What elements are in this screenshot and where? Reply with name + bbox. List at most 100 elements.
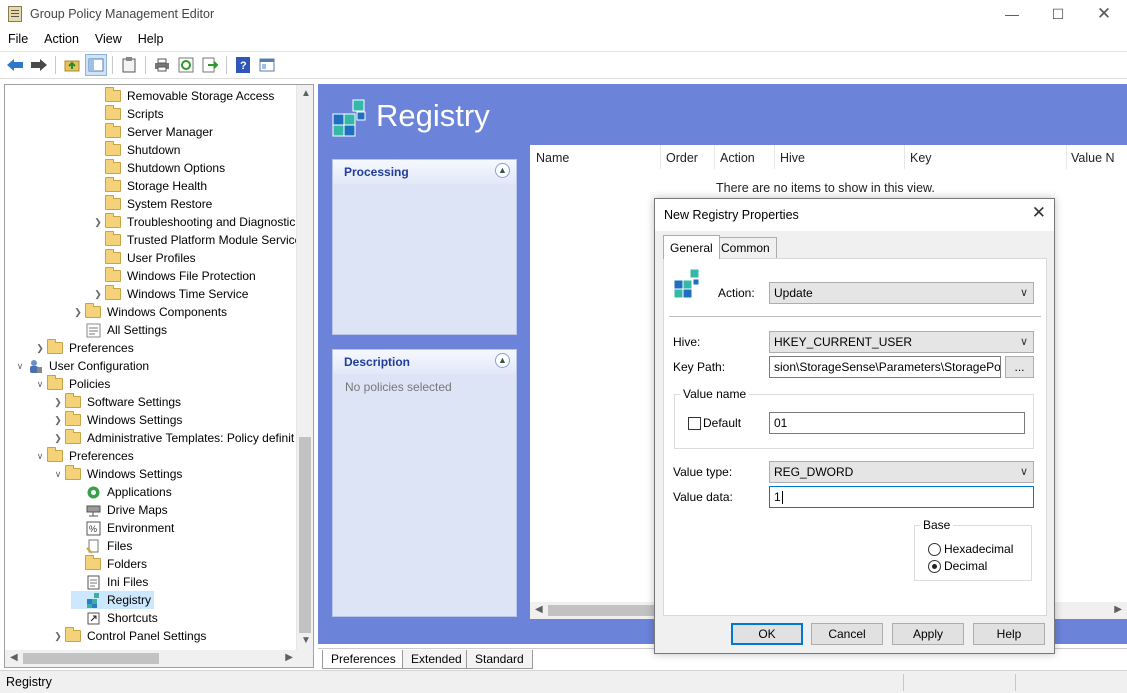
column-key[interactable]: Key — [910, 147, 932, 169]
column-action[interactable]: Action — [720, 147, 755, 169]
tree-item-scripts[interactable]: Scripts — [91, 105, 164, 123]
scroll-left-icon[interactable]: ◀ — [535, 604, 543, 615]
expand-chevron-icon[interactable]: ❯ — [51, 433, 65, 444]
menu-file[interactable]: File — [0, 32, 36, 46]
maximize-button[interactable]: ☐ — [1035, 0, 1081, 28]
expand-chevron-icon[interactable]: ❯ — [51, 397, 65, 408]
cancel-button[interactable]: Cancel — [811, 623, 883, 645]
column-order[interactable]: Order — [666, 147, 698, 169]
browse-key-button[interactable]: ... — [1005, 356, 1034, 378]
expand-chevron-icon[interactable]: ❯ — [91, 217, 105, 228]
export-icon[interactable] — [199, 54, 221, 76]
tree-item-applications[interactable]: Applications — [71, 483, 172, 501]
tree-item-preferences-user[interactable]: ∨ Preferences — [33, 447, 134, 465]
minimize-button[interactable]: — — [989, 0, 1035, 28]
dialog-close-icon[interactable]: ✕ — [1032, 203, 1046, 223]
apply-button[interactable]: Apply — [892, 623, 964, 645]
print-icon[interactable] — [151, 54, 173, 76]
scroll-thumb[interactable] — [23, 653, 159, 664]
hive-dropdown[interactable]: HKEY_CURRENT_USER ∨ — [769, 331, 1034, 353]
tab-extended[interactable]: Extended — [402, 650, 471, 669]
column-value-name[interactable]: Value N — [1071, 147, 1115, 169]
tree-item-shutdown[interactable]: Shutdown — [91, 141, 180, 159]
help-button[interactable]: Help — [973, 623, 1045, 645]
properties-icon[interactable] — [256, 54, 278, 76]
tree-item-user-configuration[interactable]: ∨ User Configuration — [13, 357, 149, 375]
tree-item-folders[interactable]: Folders — [71, 555, 147, 573]
tree-item-environment[interactable]: % Environment — [71, 519, 174, 537]
expand-chevron-icon[interactable]: ❯ — [71, 307, 85, 318]
tree-item-windows-components[interactable]: ❯ Windows Components — [71, 303, 227, 321]
tree-item-shortcuts[interactable]: Shortcuts — [71, 609, 158, 627]
console-tree[interactable]: Removable Storage Access Scripts Server … — [4, 84, 314, 668]
tree-item-files[interactable]: Files — [71, 537, 132, 555]
tree-item-user-profiles[interactable]: User Profiles — [91, 249, 196, 267]
column-name[interactable]: Name — [536, 147, 569, 169]
tree-item-policies[interactable]: ∨ Policies — [33, 375, 110, 393]
tree-item-preferences-computer[interactable]: ❯ Preferences — [33, 339, 134, 357]
tree-item-administrative-templates[interactable]: ❯ Administrative Templates: Policy defini… — [51, 429, 294, 447]
tree-horizontal-scrollbar[interactable]: ◀ ▶ — [5, 650, 313, 667]
tab-general[interactable]: General — [663, 235, 720, 259]
collapse-chevron-icon[interactable]: ∨ — [33, 451, 47, 462]
help-icon[interactable]: ? — [232, 54, 254, 76]
scroll-thumb[interactable] — [299, 437, 311, 633]
value-data-field[interactable]: 1 — [769, 486, 1034, 508]
menu-help[interactable]: Help — [130, 32, 172, 46]
tree-item-all-settings[interactable]: All Settings — [71, 321, 167, 339]
tree-vertical-scrollbar[interactable]: ▲ ▼ — [296, 85, 313, 650]
tree-item-drive-maps[interactable]: Drive Maps — [71, 501, 168, 519]
menu-action[interactable]: Action — [36, 32, 87, 46]
scroll-left-icon[interactable]: ◀ — [10, 652, 18, 663]
value-name-field[interactable]: 01 — [769, 412, 1025, 434]
tree-item-windows-time-service[interactable]: ❯ Windows Time Service — [91, 285, 248, 303]
expand-chevron-icon[interactable]: ❯ — [51, 631, 65, 642]
collapse-up-icon[interactable]: ▲ — [495, 353, 510, 368]
scroll-down-icon[interactable]: ▼ — [301, 635, 311, 646]
expand-chevron-icon[interactable]: ❯ — [51, 415, 65, 426]
action-dropdown[interactable]: Update ∨ — [769, 282, 1034, 304]
tab-standard[interactable]: Standard — [466, 650, 533, 669]
scroll-up-icon[interactable]: ▲ — [301, 88, 311, 99]
tree-item-windows-settings-policies[interactable]: ❯ Windows Settings — [51, 411, 182, 429]
collapse-chevron-icon[interactable]: ∨ — [33, 379, 47, 390]
back-arrow-icon[interactable] — [4, 54, 26, 76]
key-path-field[interactable]: sion\StorageSense\Parameters\StoragePoli… — [769, 356, 1001, 378]
tree-item-removable-storage-access[interactable]: Removable Storage Access — [91, 87, 274, 105]
collapse-chevron-icon[interactable]: ∨ — [13, 361, 27, 372]
collapse-up-icon[interactable]: ▲ — [495, 163, 510, 178]
tree-item-server-manager[interactable]: Server Manager — [91, 123, 213, 141]
tree-item-registry[interactable]: Registry — [71, 591, 155, 609]
scroll-thumb[interactable] — [548, 605, 664, 616]
tab-preferences[interactable]: Preferences — [322, 650, 405, 669]
tab-common[interactable]: Common — [714, 237, 777, 258]
up-folder-icon[interactable] — [61, 54, 83, 76]
show-hide-tree-icon[interactable] — [85, 54, 107, 76]
tree-item-windows-file-protection[interactable]: Windows File Protection — [91, 267, 256, 285]
value-type-dropdown[interactable]: REG_DWORD ∨ — [769, 461, 1034, 483]
tree-item-control-panel-settings[interactable]: ❯ Control Panel Settings — [51, 627, 206, 645]
scroll-right-icon[interactable]: ▶ — [1114, 604, 1122, 615]
collapse-chevron-icon[interactable]: ∨ — [51, 469, 65, 480]
hexadecimal-radio[interactable] — [928, 543, 941, 556]
tree-item-system-restore[interactable]: System Restore — [91, 195, 212, 213]
menu-view[interactable]: View — [87, 32, 130, 46]
decimal-radio[interactable] — [928, 560, 941, 573]
tree-item-troubleshooting[interactable]: ❯ Troubleshooting and Diagnostic: — [91, 213, 299, 231]
expand-chevron-icon[interactable]: ❯ — [91, 289, 105, 300]
close-button[interactable]: ✕ — [1081, 0, 1127, 28]
column-hive[interactable]: Hive — [780, 147, 805, 169]
ok-button[interactable]: OK — [731, 623, 803, 645]
scroll-right-icon[interactable]: ▶ — [285, 652, 293, 663]
tree-item-software-settings[interactable]: ❯ Software Settings — [51, 393, 181, 411]
tree-item-shutdown-options[interactable]: Shutdown Options — [91, 159, 225, 177]
default-checkbox[interactable] — [688, 417, 701, 430]
tree-item-ini-files[interactable]: Ini Files — [71, 573, 148, 591]
clipboard-icon[interactable] — [118, 54, 140, 76]
forward-arrow-icon[interactable] — [28, 54, 50, 76]
tree-item-tpm-services[interactable]: Trusted Platform Module Service — [91, 231, 301, 249]
tree-item-windows-settings-preferences[interactable]: ∨ Windows Settings — [51, 465, 182, 483]
refresh-icon[interactable] — [175, 54, 197, 76]
expand-chevron-icon[interactable]: ❯ — [33, 343, 47, 354]
tree-item-storage-health[interactable]: Storage Health — [91, 177, 207, 195]
